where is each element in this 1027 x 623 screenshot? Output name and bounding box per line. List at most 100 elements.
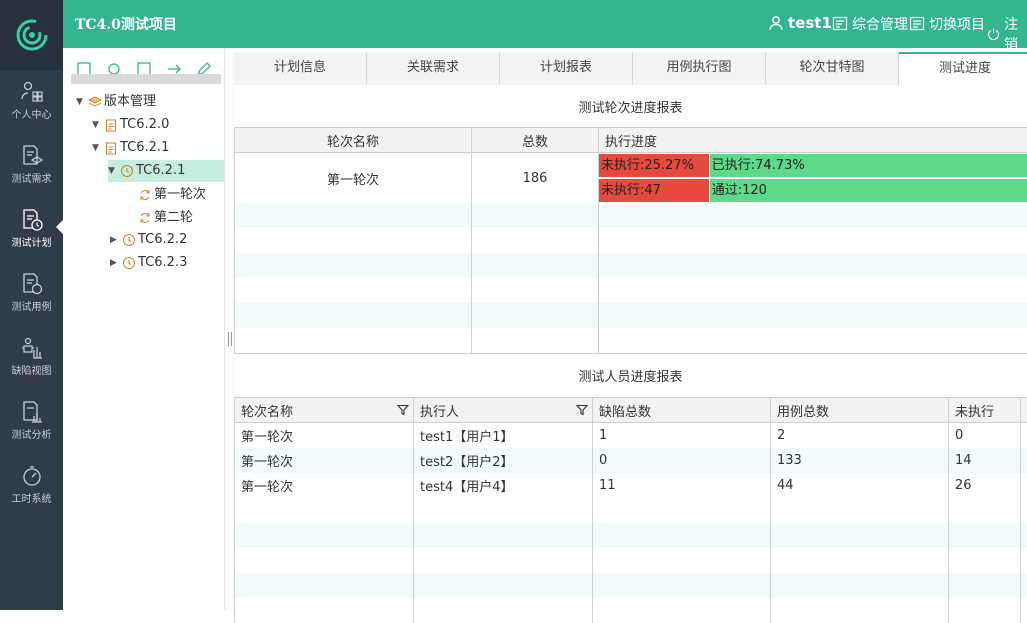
- empty-row: [235, 523, 1027, 548]
- user-grid-icon: [20, 80, 44, 104]
- passed-count-segment: 通过:120: [709, 179, 1027, 202]
- collapsed-arrow-icon[interactable]: ▶: [110, 252, 120, 274]
- expanded-arrow-icon[interactable]: ▼: [92, 137, 102, 159]
- tab[interactable]: 计划信息: [234, 52, 367, 85]
- tree-node-v620[interactable]: ▼ TC6.2.0: [92, 114, 169, 136]
- filter-icon[interactable]: [576, 404, 588, 416]
- empty-row: [235, 328, 1027, 353]
- cycle-icon: [138, 188, 152, 202]
- nav-item[interactable]: 测试计划: [0, 198, 63, 258]
- column-header-not-executed[interactable]: 未执行: [949, 398, 1021, 423]
- not-executed-segment: 未执行:25.27%: [599, 154, 709, 177]
- execution-progress-bar: 未执行:25.27% 已执行:74.73%: [599, 154, 1027, 177]
- nav-item[interactable]: 缺陷视图: [0, 326, 63, 386]
- clock-icon: [122, 233, 136, 247]
- people-progress-table: 轮次名称 执行人 缺陷总数 用例总数 未执行 第一轮次test1【用户1】120…: [234, 397, 1027, 623]
- panel-splitter[interactable]: [224, 48, 234, 610]
- nav-item[interactable]: 测试需求: [0, 134, 63, 194]
- table-cell: 44: [771, 473, 949, 498]
- power-icon: [987, 26, 1000, 42]
- nav-item-label: 个人中心: [12, 110, 52, 121]
- table-cell: 14: [949, 448, 1021, 473]
- empty-row: [235, 253, 1027, 278]
- round-report-title: 测试轮次进度报表: [234, 97, 1027, 116]
- table-row[interactable]: 第一轮次 186 未执行:25.27% 已执行:74.73%: [235, 153, 1027, 179]
- nav-item[interactable]: 测试分析: [0, 390, 63, 450]
- doc-timer-icon: [20, 272, 44, 296]
- filter-icon[interactable]: [397, 404, 409, 416]
- top-header: TC4.0测试项目 test1 综合管理 切换项目 注销: [63, 0, 1027, 48]
- tree-node-round2[interactable]: 第二轮: [138, 207, 193, 229]
- switch-project-link[interactable]: 切换项目: [909, 14, 985, 34]
- collapsed-arrow-icon[interactable]: ▶: [110, 229, 120, 251]
- tree-node-v623[interactable]: ▶ TC6.2.3: [110, 252, 187, 274]
- tab[interactable]: 用例执行图: [633, 52, 766, 85]
- empty-row: [235, 548, 1027, 573]
- tree-node-round1[interactable]: 第一轮次: [138, 184, 206, 206]
- empty-row: [235, 203, 1027, 228]
- splitter-grip-icon[interactable]: [228, 332, 232, 346]
- empty-row: [235, 573, 1027, 598]
- tree-node-label: 版本管理: [104, 91, 156, 113]
- logout-label: 注销: [1004, 14, 1027, 54]
- column-header-round-name[interactable]: 轮次名称: [235, 398, 414, 423]
- column-header-progress[interactable]: 执行进度: [599, 128, 1027, 153]
- table-cell: 0: [949, 423, 1021, 448]
- user-name: test1: [788, 14, 832, 32]
- nav-item-label: 工时系统: [12, 494, 52, 505]
- clipboard-icon: [104, 141, 118, 155]
- empty-row: [235, 498, 1027, 523]
- tree-horizontal-scrollbar[interactable]: [71, 74, 221, 84]
- table-cell: 11: [593, 473, 771, 498]
- tab[interactable]: 轮次甘特图: [766, 52, 899, 85]
- user-menu[interactable]: test1: [768, 14, 832, 32]
- clock-icon: [120, 164, 134, 178]
- switch-project-label: 切换项目: [929, 14, 985, 34]
- nav-item[interactable]: 工时系统: [0, 454, 63, 514]
- column-header-defects[interactable]: 缺陷总数: [593, 398, 771, 423]
- expanded-arrow-icon[interactable]: ▼: [108, 160, 118, 182]
- column-header-total[interactable]: 总数: [472, 128, 599, 153]
- column-header-executor[interactable]: 执行人: [414, 398, 593, 423]
- tree-node-v622[interactable]: ▶ TC6.2.2: [110, 229, 187, 251]
- table-row[interactable]: 第一轮次test4【用户4】114426: [235, 473, 1027, 498]
- table-cell: 133: [771, 448, 949, 473]
- nav-item-label: 测试用例: [12, 302, 52, 313]
- logo-icon: [15, 18, 49, 52]
- progress-cell: 未执行:25.27% 已执行:74.73%: [599, 153, 1027, 179]
- tab[interactable]: 关联需求: [367, 52, 500, 85]
- nav-item-label: 缺陷视图: [12, 366, 52, 377]
- column-header-round-name[interactable]: 轮次名称: [235, 128, 472, 153]
- expanded-arrow-icon[interactable]: ▼: [92, 114, 102, 136]
- general-management-link[interactable]: 综合管理: [832, 14, 908, 34]
- table-row[interactable]: 第一轮次test1【用户1】120: [235, 423, 1027, 448]
- tree-node-label: TC6.2.2: [138, 229, 187, 251]
- plan-tabs: 计划信息关联需求计划报表用例执行图轮次甘特图测试进度: [234, 52, 1027, 85]
- nav-item[interactable]: 个人中心: [0, 70, 63, 130]
- people-report-title: 测试人员进度报表: [234, 366, 1027, 385]
- nav-item-label: 测试分析: [12, 430, 52, 441]
- column-header-cases[interactable]: 用例总数: [771, 398, 949, 423]
- nav-item[interactable]: 测试用例: [0, 262, 63, 322]
- tree-node-v621[interactable]: ▼ TC6.2.1: [92, 137, 169, 159]
- not-executed-count-segment: 未执行:47: [599, 179, 709, 202]
- tree-node-label: 第二轮: [154, 207, 193, 229]
- table-cell: [1021, 423, 1027, 448]
- doc-layers-icon: [20, 144, 44, 168]
- tab[interactable]: 计划报表: [500, 52, 633, 85]
- clipboard-icon: [104, 118, 118, 132]
- empty-row: [235, 303, 1027, 328]
- app-logo[interactable]: [0, 0, 63, 70]
- expanded-arrow-icon[interactable]: ▼: [76, 91, 86, 113]
- tree-node-root[interactable]: ▼ 版本管理: [76, 91, 156, 113]
- logout-link[interactable]: 注销: [987, 14, 1027, 54]
- tree-node-label: 第一轮次: [154, 184, 206, 206]
- progress-cell: 未执行:47 通过:120: [599, 178, 1027, 203]
- tab[interactable]: 测试进度: [899, 52, 1027, 85]
- tree-node-v6211-selected[interactable]: ▼ TC6.2.1: [108, 160, 224, 182]
- table-cell: [1021, 448, 1027, 473]
- user-icon: [768, 15, 784, 31]
- table-row[interactable]: 第一轮次test2【用户2】013314: [235, 448, 1027, 473]
- stopwatch-icon: [20, 464, 44, 488]
- bug-chart-icon: [20, 336, 44, 360]
